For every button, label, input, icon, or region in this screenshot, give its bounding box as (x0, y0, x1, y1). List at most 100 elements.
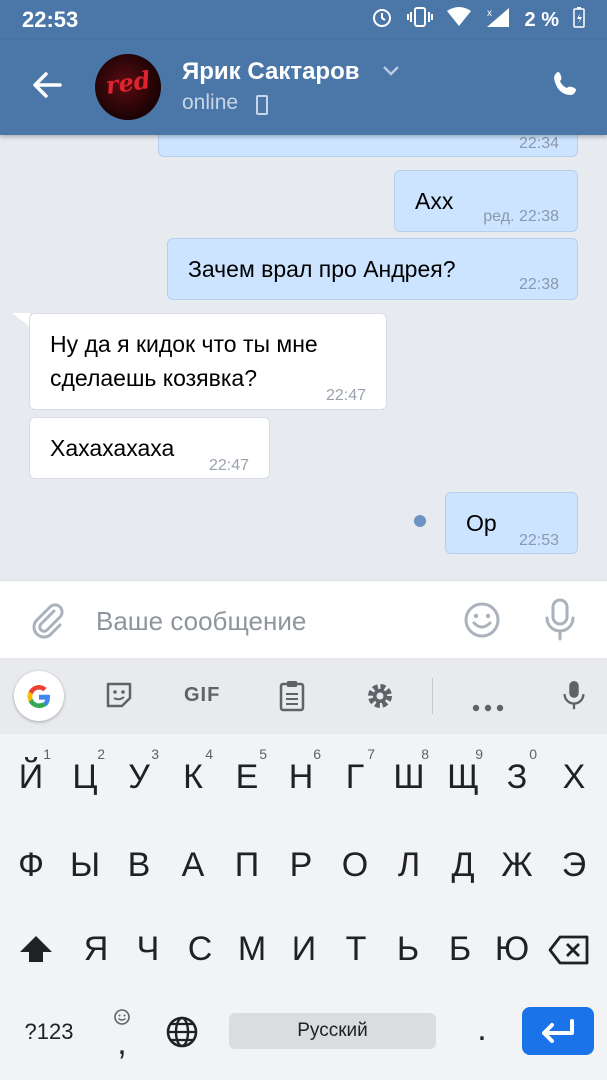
message-input-bar (0, 580, 607, 658)
key-label: Г (345, 758, 365, 796)
key-label: Я (83, 930, 109, 968)
gif-button[interactable]: GIF (184, 684, 220, 716)
key[interactable]: Ы (59, 846, 111, 885)
key[interactable]: С (174, 930, 226, 969)
key[interactable]: Л (383, 846, 435, 885)
key[interactable]: В (113, 846, 165, 885)
key[interactable]: М (226, 930, 278, 969)
globe-icon[interactable] (165, 1015, 199, 1049)
key-hint: 3 (151, 746, 159, 762)
key-label: Х (562, 758, 586, 796)
key-label: З (506, 758, 528, 796)
enter-key[interactable] (522, 1007, 594, 1055)
chevron-down-icon[interactable] (382, 64, 400, 78)
signal-icon: x (485, 6, 511, 34)
sticker-icon[interactable] (104, 680, 134, 712)
clipboard-icon[interactable] (278, 680, 306, 712)
period-key[interactable]: . (456, 1010, 508, 1049)
message-bubble-outgoing[interactable]: Axx ред. 22:38 (394, 170, 578, 232)
voice-input-icon[interactable] (562, 680, 586, 712)
message-bubble-incoming[interactable]: Хахахахаха 22:47 (29, 417, 270, 479)
vibrate-icon (406, 6, 433, 34)
key-label: Д (451, 846, 475, 884)
key[interactable]: Я (70, 930, 122, 969)
key-hint: 0 (529, 746, 537, 762)
key-label: Б (448, 930, 472, 968)
key-label: Ж (501, 846, 533, 884)
chat-header: red Ярик Сактаров online (0, 40, 607, 135)
key-label: Р (289, 846, 313, 884)
key[interactable]: Ш8 (383, 746, 435, 797)
key[interactable]: Ю (486, 930, 538, 969)
key-label: А (181, 846, 205, 884)
key[interactable]: Ч (122, 930, 174, 969)
shift-icon[interactable] (16, 930, 56, 970)
key[interactable]: Б (434, 930, 486, 969)
key-hint: 7 (367, 746, 375, 762)
message-bubble-outgoing[interactable]: Ор 22:53 (445, 492, 578, 554)
key[interactable]: Р (275, 846, 327, 885)
status-time: 22:53 (22, 7, 79, 32)
status-icons: x 2 % (371, 6, 585, 34)
key[interactable]: Ж (491, 846, 543, 885)
message-time: 22:38 (518, 276, 559, 293)
back-arrow-icon[interactable] (30, 68, 64, 102)
key[interactable]: П (221, 846, 273, 885)
key[interactable]: Ц2 (59, 746, 111, 797)
message-bubble-incoming[interactable]: Ну да я кидок что ты мне сделаешь козявк… (29, 313, 387, 410)
key-label: Ь (396, 930, 420, 968)
key[interactable]: З0 (491, 746, 543, 797)
key-hint: 5 (259, 746, 267, 762)
paperclip-icon[interactable] (30, 601, 66, 641)
avatar-text: red (103, 65, 153, 100)
key[interactable]: Е5 (221, 746, 273, 797)
toolbar-divider (432, 678, 433, 714)
key-label: Ш (393, 758, 425, 796)
message-bubble-outgoing[interactable]: 22:34 (158, 135, 578, 157)
key-label: , (117, 1024, 127, 1062)
key[interactable]: И (278, 930, 330, 969)
contact-name[interactable]: Ярик Сактаров (182, 58, 360, 86)
message-text: Зачем врал про Андрея? (188, 256, 456, 282)
space-key[interactable]: Русский (229, 1013, 436, 1049)
google-g-button[interactable] (14, 671, 64, 721)
key[interactable]: У3 (113, 746, 165, 797)
key-label: М (237, 930, 267, 968)
key[interactable]: Т (330, 930, 382, 969)
key[interactable]: Й1 (5, 746, 57, 797)
message-bubble-outgoing[interactable]: Зачем врал про Андрея? 22:38 (167, 238, 578, 300)
key-label: Ч (136, 930, 160, 968)
backspace-icon[interactable] (548, 934, 590, 966)
message-list[interactable]: 22:34 Axx ред. 22:38 Зачем врал про Андр… (0, 135, 607, 580)
message-time: 22:53 (518, 532, 559, 549)
symbols-key[interactable]: ?123 (14, 1019, 84, 1045)
message-time: 22:47 (208, 457, 249, 474)
keyboard: GIF Й1 Ц2 У3 К4 Е5 Н6 Г7 Ш8 Щ9 З0 Х Ф Ы … (0, 658, 607, 1080)
key-label: П (234, 846, 260, 884)
key-label: Т (345, 930, 367, 968)
message-input[interactable] (96, 603, 436, 639)
keyboard-toolbar: GIF (0, 658, 607, 734)
bubble-tail (12, 313, 30, 327)
key-label: Л (397, 846, 421, 884)
key[interactable]: Х (548, 758, 600, 797)
key[interactable]: Д (437, 846, 489, 885)
more-options-icon[interactable] (472, 692, 504, 724)
phone-call-icon[interactable] (551, 70, 581, 100)
microphone-icon[interactable] (542, 598, 578, 642)
key[interactable]: О (329, 846, 381, 885)
avatar[interactable]: red (95, 54, 161, 120)
key-label: В (127, 846, 151, 884)
emoji-icon[interactable] (463, 601, 501, 639)
key[interactable]: А (167, 846, 219, 885)
key[interactable]: Э (548, 846, 600, 885)
key[interactable]: Ф (5, 846, 57, 885)
gear-icon[interactable] (364, 680, 396, 712)
status-bar: 22:53 x 2 % (0, 0, 607, 40)
key[interactable]: К4 (167, 746, 219, 797)
key[interactable]: Щ9 (437, 746, 489, 797)
key[interactable]: Г7 (329, 746, 381, 797)
key[interactable]: Ь (382, 930, 434, 969)
key[interactable]: Н6 (275, 746, 327, 797)
unread-indicator (414, 515, 426, 527)
